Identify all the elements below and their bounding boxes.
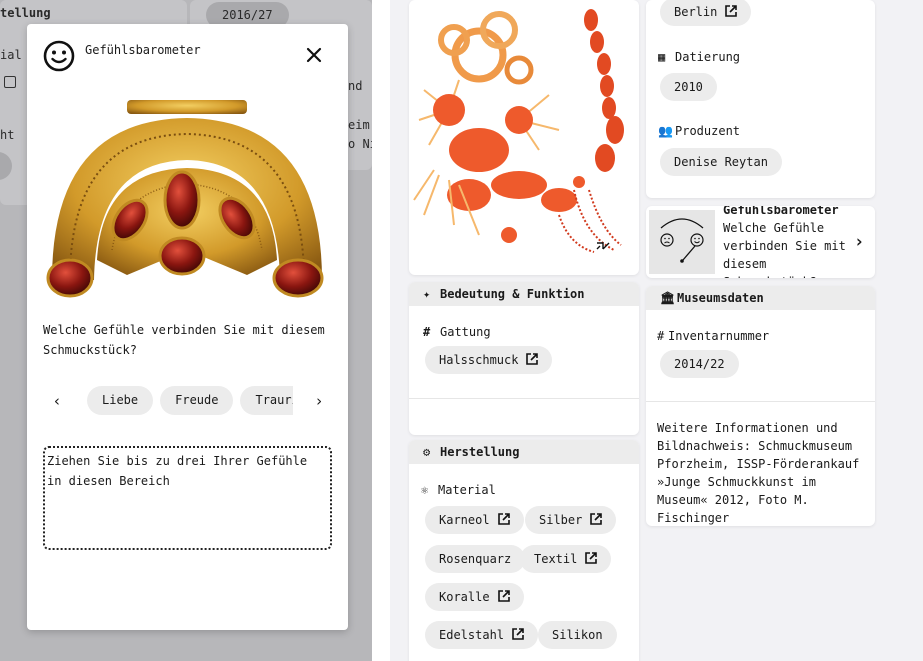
producer-label-text: Produzent: [675, 124, 741, 138]
external-link-icon: [590, 513, 603, 525]
background-fragment: o Ni: [348, 137, 372, 151]
hash-icon: #: [423, 325, 431, 339]
barometer-teaser-text: Gefühlsbarometer Welche Gefühle verbinde…: [723, 206, 855, 278]
inventory-label-text: Inventarnummer: [668, 329, 770, 343]
place-chip-label: Berlin: [674, 5, 718, 19]
museum-header: 🏛 Museumsdaten: [646, 286, 875, 310]
material-label: ⚛ Material: [421, 483, 496, 497]
background-fragment: eim,: [348, 118, 372, 132]
inventory-chip: 2014/22: [660, 350, 739, 378]
genre-chip-label: Halsschmuck: [439, 353, 519, 367]
producer-label: 👥 Produzent: [658, 124, 740, 138]
production-card: ⚙ Herstellung ⚛ Material Karneol Silber Ro…: [409, 440, 639, 661]
barometer-teaser-title: Gefühlsbarometer: [723, 206, 839, 217]
calendar-icon: ▦: [658, 50, 666, 64]
sparkle-icon: ✦: [423, 287, 431, 301]
necklace-image: [413, 9, 624, 253]
jewelry-image: [46, 100, 324, 298]
production-header: ⚙ Herstellung: [409, 440, 639, 464]
image-credit-text: Weitere Informationen und Bildnachweis: …: [657, 421, 860, 525]
close-icon[interactable]: [305, 46, 323, 64]
meaning-header-text: Bedeutung & Funktion: [440, 287, 585, 301]
barometer-thumbnail: [649, 210, 715, 274]
external-link-icon: [4, 76, 16, 88]
genre-label: # Gattung: [423, 325, 491, 339]
external-link-icon: [497, 513, 510, 525]
people-icon: 👥: [658, 124, 673, 138]
production-header-text: Herstellung: [440, 445, 520, 459]
external-link-icon: [585, 552, 598, 564]
material-chip-textil[interactable]: Textil: [520, 545, 612, 573]
material-chip-label: Karneol: [439, 513, 490, 527]
gear-icon: ⚙: [423, 445, 431, 459]
emotion-carousel: ‹ LiebeFreudeTraurigkeit ›: [43, 386, 333, 418]
chevron-right-icon[interactable]: ›: [309, 392, 329, 412]
material-chip-label: Koralle: [439, 590, 490, 604]
emotion-chip-traurigkeit[interactable]: Traurigkeit: [240, 386, 293, 415]
external-link-icon: [497, 590, 510, 602]
object-image-card: [409, 0, 639, 275]
place-chip[interactable]: Berlin: [660, 0, 752, 26]
museum-data-card: 🏛 Museumsdaten # Inventarnummer 2014/22 We…: [646, 286, 875, 526]
background-fragment: ial: [0, 48, 22, 62]
meaning-card: ✦ Bedeutung & Funktion # Gattung Halsschmu…: [409, 282, 639, 435]
museum-icon: 🏛: [660, 291, 676, 305]
emotion-dropzone[interactable]: Ziehen Sie bis zu drei Ihrer Gefühle in …: [43, 446, 332, 550]
object-details-card: Berlin ▦ Datierung 2010 👥 Produzent Denise…: [646, 0, 875, 198]
material-icon: ⚛: [421, 483, 429, 497]
emotion-chip-liebe[interactable]: Liebe: [87, 386, 154, 415]
material-chip-label: Silber: [539, 513, 583, 527]
dropzone-hint: Ziehen Sie bis zu drei Ihrer Gefühle in …: [47, 454, 308, 488]
material-chip-silber[interactable]: Silber: [525, 506, 617, 534]
barometer-icon: [660, 218, 704, 263]
external-link-icon: [512, 628, 524, 640]
genre-chip[interactable]: Halsschmuck: [425, 346, 553, 374]
chevron-right-icon: ›: [854, 232, 865, 252]
material-chip-koralle[interactable]: Koralle: [425, 583, 524, 611]
divider: [372, 0, 390, 661]
material-chip-rosenquarz[interactable]: Rosenquarz: [425, 545, 526, 573]
smiley-icon: [43, 40, 75, 72]
emotion-chip-track: LiebeFreudeTraurigkeit: [87, 386, 293, 418]
material-chip-label: Edelstahl: [439, 628, 505, 642]
meaning-header: ✦ Bedeutung & Funktion: [409, 282, 639, 306]
background-fragment: ht: [0, 128, 15, 142]
modal-title: Gefühlsbarometer: [85, 43, 201, 57]
museum-header-text: Museumsdaten: [677, 291, 764, 305]
emotion-barometer-modal: Gefühlsbarometer Welche Gefühle verbinde…: [27, 24, 348, 630]
external-link-icon: [725, 5, 738, 17]
producer-chip[interactable]: Denise Reytan: [660, 148, 782, 176]
barometer-teaser-question: Welche Gefühle verbinden Sie mit diesem …: [723, 221, 846, 278]
background-fragment: tellung: [0, 6, 51, 20]
barometer-teaser-card[interactable]: Gefühlsbarometer Welche Gefühle verbinde…: [646, 206, 875, 278]
date-chip: 2010: [660, 73, 717, 101]
divider: [409, 398, 639, 399]
expand-icon: [596, 242, 610, 250]
material-chip-edelstahl[interactable]: Edelstahl: [425, 621, 539, 649]
inventory-label: # Inventarnummer: [657, 329, 769, 343]
external-link-icon: [526, 353, 539, 365]
divider: [646, 401, 875, 402]
background-fragment: nd: [348, 79, 363, 93]
modal-question: Welche Gefühle verbinden Sie mit diesem …: [43, 323, 325, 357]
material-chip-karneol[interactable]: Karneol: [425, 506, 524, 534]
emotion-chip-freude[interactable]: Freude: [160, 386, 234, 415]
material-label-text: Material: [438, 483, 496, 497]
material-chip-label: Textil: [534, 552, 578, 566]
date-label-text: Datierung: [675, 50, 741, 64]
material-chip-silikon[interactable]: Silikon: [538, 621, 617, 649]
date-label: ▦ Datierung: [658, 50, 740, 64]
genre-label-text: Gattung: [440, 325, 491, 339]
hash-icon: #: [657, 329, 665, 343]
chevron-left-icon[interactable]: ‹: [47, 392, 67, 412]
